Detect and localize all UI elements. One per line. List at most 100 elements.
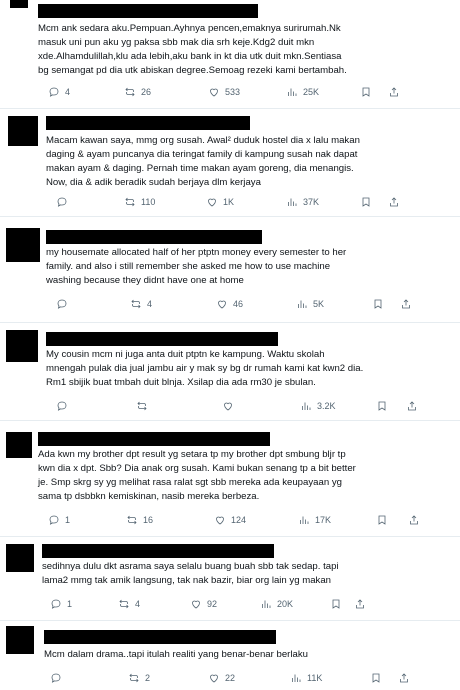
views-button[interactable]: 17K: [298, 514, 331, 526]
reply-button[interactable]: 4: [48, 86, 70, 98]
like-count: 533: [225, 87, 241, 97]
views-button[interactable]: 37K: [286, 196, 319, 208]
heart-icon: [216, 516, 224, 525]
reply-button[interactable]: 1: [48, 514, 70, 526]
divider: [0, 216, 460, 217]
reply-button[interactable]: 1: [50, 598, 72, 610]
repost-button[interactable]: 110: [124, 196, 155, 208]
redacted-username: [44, 630, 276, 644]
share-button[interactable]: [400, 298, 412, 310]
share-button[interactable]: [388, 196, 400, 208]
repost-icon: [131, 299, 141, 309]
reply-button[interactable]: [56, 298, 73, 310]
bookmark-button[interactable]: [376, 400, 388, 412]
views-button[interactable]: 11K: [290, 672, 322, 684]
reply-icon: [57, 299, 67, 309]
views-icon: [288, 88, 297, 96]
repost-button[interactable]: [136, 400, 153, 412]
tweet-text: Macam kawan saya, mmg org susah. Awal² d…: [46, 135, 360, 188]
reply-icon: [57, 401, 67, 411]
views-count: 17K: [315, 515, 332, 525]
repost-button[interactable]: 4: [130, 298, 152, 310]
repost-button[interactable]: 2: [128, 672, 150, 684]
repost-button[interactable]: 16: [126, 514, 153, 526]
divider: [0, 108, 460, 109]
bookmark-button[interactable]: [330, 598, 342, 610]
views-button[interactable]: 3.2K: [300, 400, 336, 412]
views-count: 25K: [303, 87, 320, 97]
redacted-username: [46, 230, 262, 244]
like-button[interactable]: 22: [208, 672, 235, 684]
repost-button[interactable]: 4: [118, 598, 140, 610]
heart-icon: [210, 88, 218, 97]
repost-button[interactable]: 26: [124, 86, 151, 98]
share-icon: [390, 87, 398, 97]
tweet-text: My cousin mcm ni juga anta duit ptptn ke…: [46, 349, 364, 388]
redacted-username: [46, 116, 250, 130]
tweet-3[interactable]: my housemate allocated half of her ptptn…: [0, 218, 460, 322]
share-button[interactable]: [398, 672, 410, 684]
like-button[interactable]: 533: [208, 86, 240, 98]
bookmark-icon: [372, 673, 380, 683]
reply-button[interactable]: [50, 672, 67, 684]
share-icon: [400, 673, 408, 683]
share-button[interactable]: [354, 598, 366, 610]
views-count: 5K: [313, 299, 325, 309]
views-icon: [292, 674, 301, 682]
redacted-username: [46, 332, 278, 346]
reply-count: 1: [67, 599, 73, 609]
like-button[interactable]: 92: [190, 598, 217, 610]
tweet-6[interactable]: sedihnya dulu dkt asrama saya selalu bua…: [0, 538, 460, 620]
tweet-text: my housemate allocated half of her ptptn…: [46, 247, 347, 286]
tweet-text: Mcm dalam drama..tapi itulah realiti yan…: [44, 649, 308, 660]
bookmark-button[interactable]: [376, 514, 388, 526]
divider: [0, 536, 460, 537]
reply-count: 4: [65, 87, 71, 97]
tweet-7[interactable]: Mcm dalam drama..tapi itulah realiti yan…: [0, 622, 460, 690]
bookmark-icon: [362, 87, 370, 97]
like-count: 22: [225, 673, 236, 683]
share-button[interactable]: [388, 86, 400, 98]
tweet-5[interactable]: Ada kwn my brother dpt result yg setara …: [0, 422, 460, 530]
bookmark-button[interactable]: [370, 672, 382, 684]
avatar[interactable]: [6, 228, 40, 262]
views-button[interactable]: 20K: [260, 598, 293, 610]
tweet-1[interactable]: Mcm ank sedara aku.Pempuan.Ayhnya pencen…: [0, 0, 460, 110]
views-icon: [300, 516, 309, 524]
share-button[interactable]: [408, 514, 420, 526]
like-button[interactable]: 1K: [206, 196, 234, 208]
repost-icon: [125, 197, 135, 207]
avatar[interactable]: [6, 544, 34, 572]
avatar[interactable]: [6, 432, 32, 458]
like-button[interactable]: 124: [214, 514, 246, 526]
views-icon: [302, 402, 311, 410]
views-button[interactable]: 5K: [296, 298, 324, 310]
tweet-text: Mcm ank sedara aku.Pempuan.Ayhnya pencen…: [38, 23, 347, 76]
like-button[interactable]: [222, 400, 239, 412]
share-icon: [390, 197, 398, 207]
avatar[interactable]: [10, 0, 28, 8]
avatar[interactable]: [8, 116, 38, 146]
redacted-username: [42, 544, 274, 558]
like-count: 46: [233, 299, 244, 309]
reply-button[interactable]: [56, 196, 73, 208]
bookmark-icon: [362, 197, 370, 207]
reply-button[interactable]: [56, 400, 73, 412]
avatar[interactable]: [6, 626, 34, 654]
heart-icon: [192, 600, 200, 609]
repost-count: 4: [135, 599, 141, 609]
bookmark-button[interactable]: [372, 298, 384, 310]
bookmark-button[interactable]: [360, 86, 372, 98]
tweet-4[interactable]: My cousin mcm ni juga anta duit ptptn ke…: [0, 324, 460, 420]
bookmark-button[interactable]: [360, 196, 372, 208]
avatar[interactable]: [6, 330, 38, 362]
views-icon: [288, 198, 297, 206]
share-button[interactable]: [406, 400, 418, 412]
tweet-2[interactable]: Macam kawan saya, mmg org susah. Awal² d…: [0, 110, 460, 214]
like-button[interactable]: 46: [216, 298, 243, 310]
repost-count: 2: [145, 673, 151, 683]
divider: [0, 322, 460, 323]
views-button[interactable]: 25K: [286, 86, 319, 98]
like-count: 92: [207, 599, 218, 609]
reply-count: 1: [65, 515, 71, 525]
